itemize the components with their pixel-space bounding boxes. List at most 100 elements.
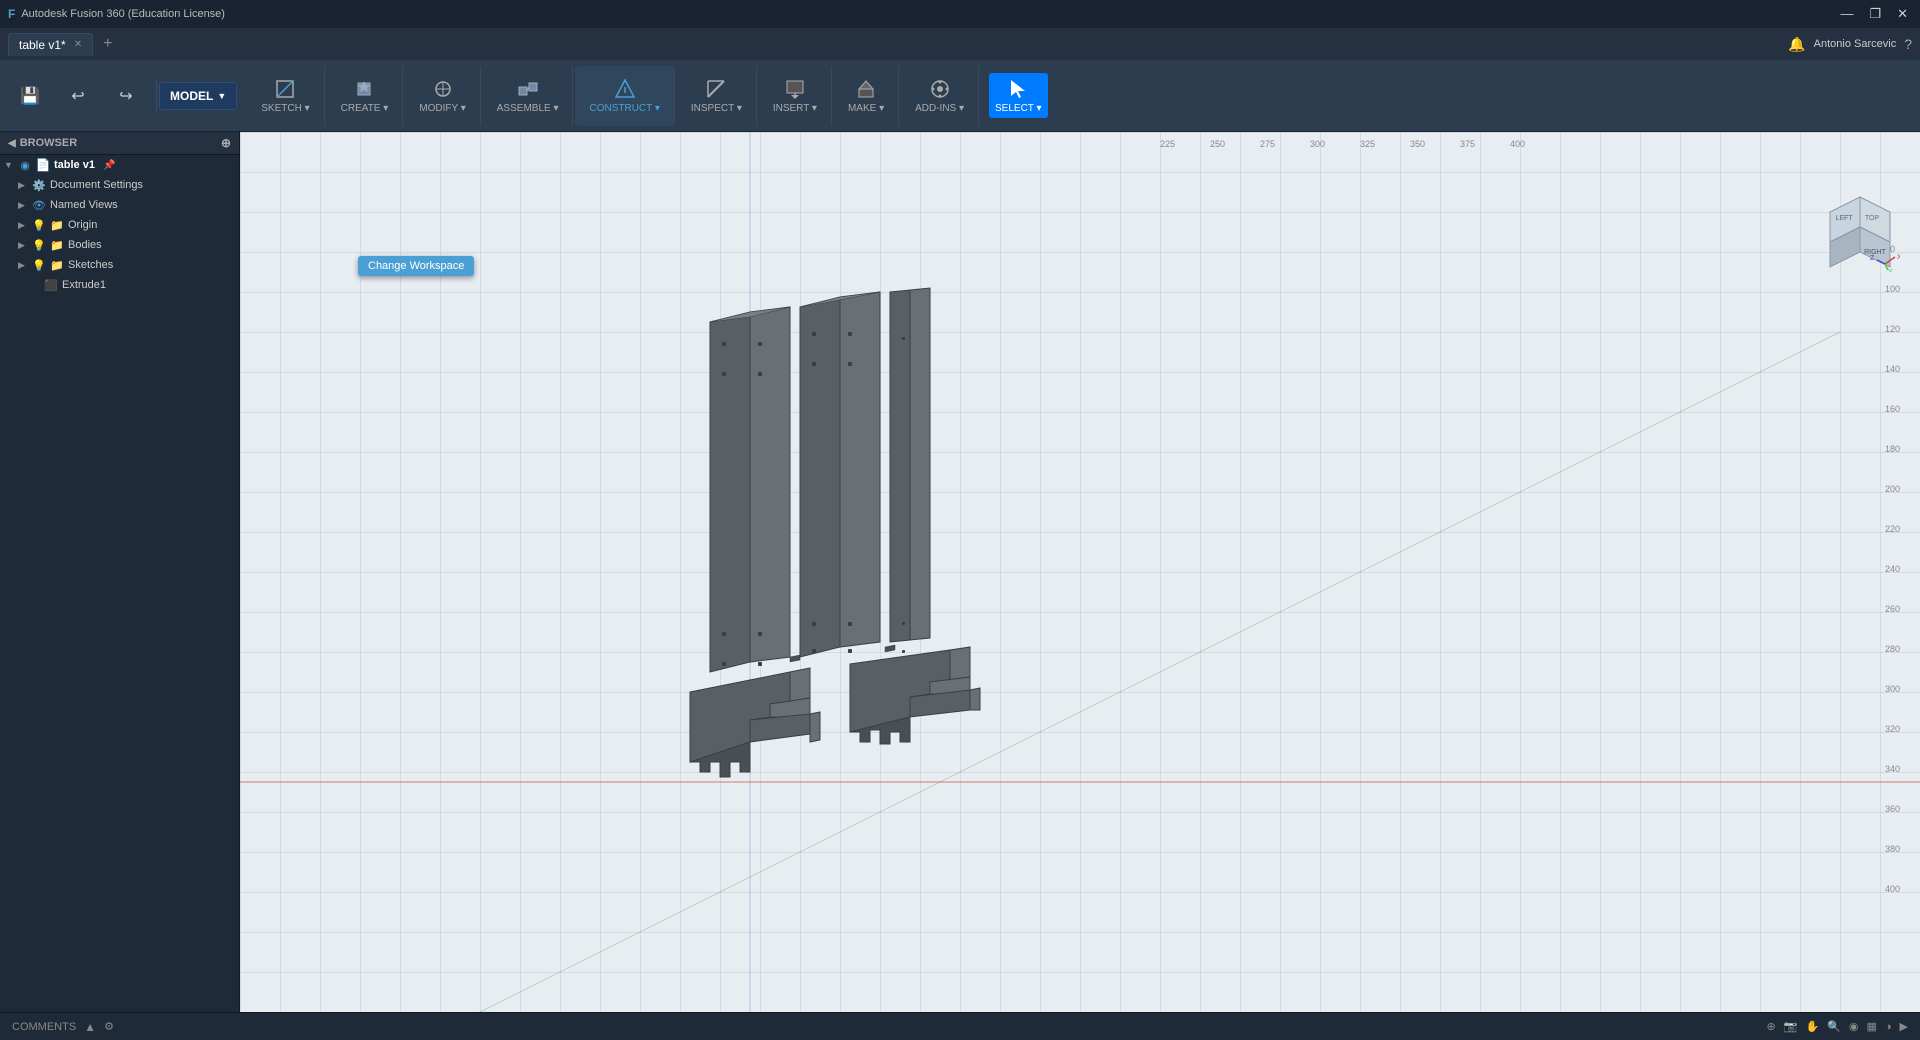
modify-icon [431,77,455,101]
minimize-button[interactable]: — [1836,6,1857,22]
insert-button[interactable]: INSERT ▾ [767,73,823,118]
toolbar-section-modify: MODIFY ▾ [405,66,481,126]
more-options-icon[interactable]: ▶ [1900,1020,1908,1033]
app-icon: F [8,7,15,21]
comments-expand-icon[interactable]: ▲ [84,1020,96,1034]
eye-icon: 👁 [32,198,46,212]
tab-close-button[interactable]: ✕ [74,39,82,50]
toolbar-section-make: MAKE ▾ [834,66,899,126]
select-label: SELECT ▾ [995,103,1042,114]
snap-icon[interactable]: ⊕ [1767,1020,1776,1033]
titlebar-left: F Autodesk Fusion 360 (Education License… [8,7,225,21]
tab-label: table v1* [19,38,66,52]
toolbar-section-addins: ADD-INS ▾ [901,66,979,126]
bodies-folder-icon: 📁 [50,238,64,252]
addins-button[interactable]: ADD-INS ▾ [909,73,970,118]
bodies-label: Bodies [68,239,102,251]
tab-table-v1[interactable]: table v1* ✕ [8,33,93,56]
svg-text:400: 400 [1510,139,1525,149]
help-icon[interactable]: ? [1904,36,1912,52]
select-button[interactable]: SELECT ▾ [989,73,1048,118]
svg-text:300: 300 [1885,684,1900,694]
save-button[interactable]: 💾 [8,80,52,112]
tree-item-named-views[interactable]: ▶ 👁 Named Views [0,195,239,215]
pan-icon[interactable]: ✋ [1805,1020,1819,1033]
tree-root-pin-icon: 📌 [103,160,115,171]
svg-text:280: 280 [1885,644,1900,654]
close-button[interactable]: ✕ [1893,6,1912,22]
inspect-label: INSPECT ▾ [691,103,742,114]
redo-button[interactable]: ↪ [104,80,148,112]
modify-button[interactable]: MODIFY ▾ [413,73,472,118]
tree-root[interactable]: ▼ ◉ 📄 table v1 📌 [0,155,239,175]
svg-text:250: 250 [1210,139,1225,149]
doc-settings-arrow: ▶ [18,180,28,191]
browser-collapse-arrow[interactable]: ◀ [8,138,16,149]
grid-icon[interactable]: ▦ [1866,1020,1876,1033]
tree-item-document-settings[interactable]: ▶ ⚙️ Document Settings [0,175,239,195]
comments-label[interactable]: COMMENTS [12,1021,76,1033]
insert-icon [783,77,807,101]
svg-text:200: 200 [1885,484,1900,494]
restore-button[interactable]: ❐ [1865,6,1885,22]
zoom-icon[interactable]: 🔍 [1827,1020,1841,1033]
statusbar-left: COMMENTS ▲ ⚙ [12,1020,114,1034]
svg-text:180: 180 [1885,444,1900,454]
bodies-arrow: ▶ [18,240,28,251]
notification-icon[interactable]: 🔔 [1788,36,1805,53]
inspect-button[interactable]: INSPECT ▾ [685,73,748,118]
toolbar-section-sketch: SKETCH ▾ [247,66,324,126]
new-tab-button[interactable]: + [97,35,118,53]
svg-text:225: 225 [1160,139,1175,149]
svg-text:380: 380 [1885,844,1900,854]
main-area: ◀ BROWSER ⊕ ▼ ◉ 📄 table v1 📌 ▶ ⚙️ Docume… [0,132,1920,1012]
construct-label: CONSTRUCT ▾ [589,103,659,114]
svg-text:360: 360 [1885,804,1900,814]
insert-label: INSERT ▾ [773,103,817,114]
origin-arrow: ▶ [18,220,28,231]
workspace-selector[interactable]: MODEL ▼ [159,82,237,110]
svg-text:RIGHT: RIGHT [1864,249,1887,256]
tree-root-icon: ◉ [18,158,32,172]
extrude1-label: Extrude1 [62,279,106,291]
viewport-canvas: 225 250 275 300 325 350 375 400 80 100 1… [240,132,1920,1012]
user-label: Antonio Sarcevic [1814,38,1897,50]
tree-root-label: table v1 [54,159,95,171]
capture-icon[interactable]: 📷 [1784,1020,1798,1033]
origin-folder-icon: 📁 [50,218,64,232]
render-mode-icon[interactable]: ◑ [1885,1021,1892,1033]
titlebar: F Autodesk Fusion 360 (Education License… [0,0,1920,28]
browser-expand-icon[interactable]: ⊕ [221,136,231,150]
svg-text:240: 240 [1885,564,1900,574]
undo-button[interactable]: ↩ [56,80,100,112]
addins-icon [928,77,952,101]
named-views-label: Named Views [50,199,118,211]
browser-label: BROWSER [20,137,77,149]
svg-text:160: 160 [1885,404,1900,414]
tree-item-origin[interactable]: ▶ 💡 📁 Origin [0,215,239,235]
construct-button[interactable]: CONSTRUCT ▾ [583,73,665,118]
svg-text:325: 325 [1360,139,1375,149]
sketch-button[interactable]: SKETCH ▾ [255,73,315,118]
titlebar-right: — ❐ ✕ [1836,6,1912,22]
construct-icon [613,77,637,101]
tree-root-arrow: ▼ [4,160,14,170]
browser-header[interactable]: ◀ BROWSER ⊕ [0,132,239,155]
assemble-label: ASSEMBLE ▾ [497,103,559,114]
make-button[interactable]: MAKE ▾ [842,73,890,118]
comments-settings-icon[interactable]: ⚙ [104,1020,114,1033]
tree-item-sketches[interactable]: ▶ 💡 📁 Sketches [0,255,239,275]
create-button[interactable]: CREATE ▾ [335,73,395,118]
workspace-label: MODEL [170,89,213,103]
tree-item-bodies[interactable]: ▶ 💡 📁 Bodies [0,235,239,255]
display-settings-icon[interactable]: ◉ [1849,1020,1859,1033]
svg-text:LEFT: LEFT [1835,215,1853,222]
viewport[interactable]: 225 250 275 300 325 350 375 400 80 100 1… [240,132,1920,1012]
toolbar: 💾 ↩ ↪ MODEL ▼ SKETCH ▾ CREATE ▾ [0,60,1920,132]
assemble-button[interactable]: ASSEMBLE ▾ [491,73,565,118]
tree-item-extrude1[interactable]: ▶ ⬛ Extrude1 [0,275,239,295]
toolbar-section-select: SELECT ▾ [981,66,1056,126]
navigation-cube[interactable]: TOP RIGHT LEFT X Y Z [1820,192,1900,272]
extrude-icon: ⬛ [44,278,58,292]
doc-settings-label: Document Settings [50,179,143,191]
